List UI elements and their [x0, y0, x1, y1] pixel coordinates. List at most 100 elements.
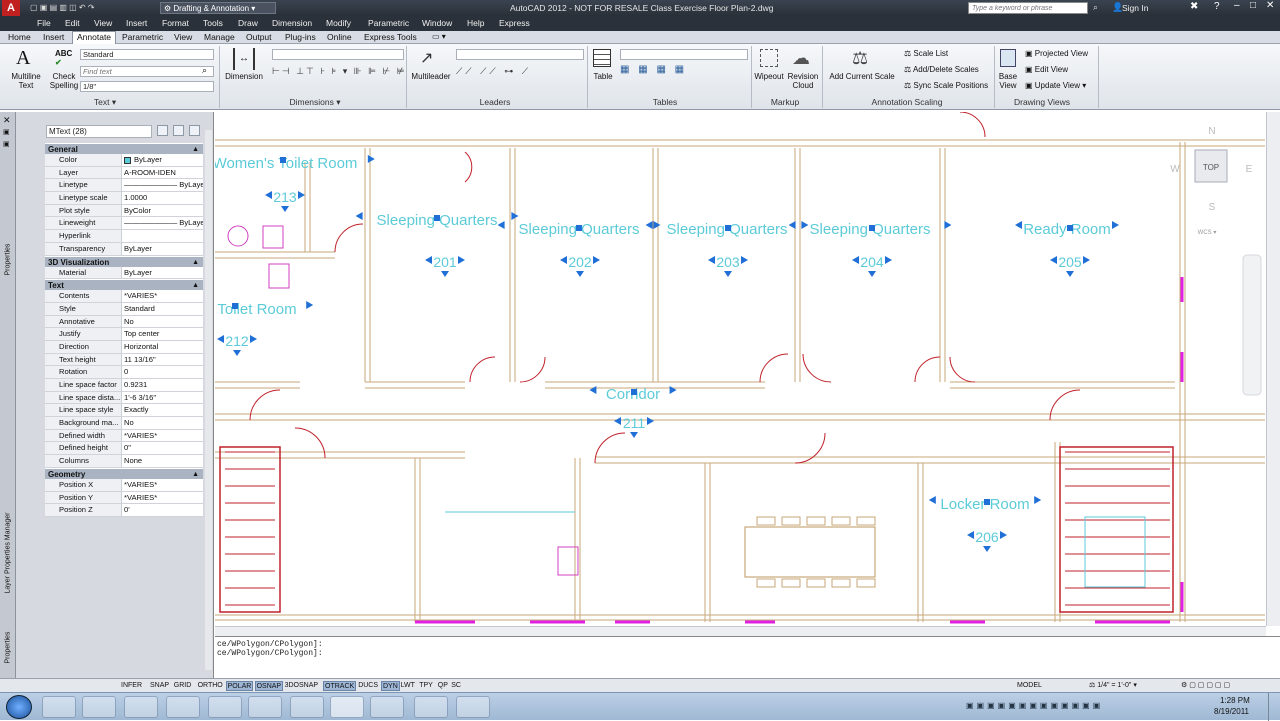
projected-view-button[interactable]: ▣ Projected View [1025, 49, 1088, 58]
property-row[interactable]: Layer A-ROOM-IDEN [45, 166, 203, 180]
internet-explorer-icon[interactable] [124, 696, 158, 718]
update-view-button[interactable]: ▣ Update View ▾ [1025, 81, 1086, 90]
property-row[interactable]: Defined width *VARIES* [45, 429, 203, 443]
room-number-label[interactable]: 201 [433, 254, 457, 270]
tab-plugins[interactable]: Plug-ins [281, 32, 320, 43]
property-section-header[interactable]: Geometry ▲ [45, 467, 203, 480]
dimension-button[interactable]: Dimension [222, 72, 266, 81]
property-value[interactable]: 1.0000 [122, 192, 203, 204]
property-section-header[interactable]: Text ▲ [45, 279, 203, 291]
base-view-button[interactable]: Base View [996, 72, 1020, 90]
room-number-label[interactable]: 211 [623, 415, 646, 431]
layer-manager-side-label[interactable]: Layer Properties Manager [5, 498, 12, 594]
room-name-label[interactable]: Toilet Room [217, 301, 296, 318]
width-arrow-grip[interactable] [708, 256, 715, 264]
height-arrow-grip[interactable] [281, 206, 289, 212]
room-number-label[interactable]: 205 [1058, 254, 1082, 270]
find-text-input[interactable] [80, 66, 214, 77]
properties-bottom-side-label[interactable]: Properties [5, 624, 12, 664]
property-row[interactable]: Line space dista... 1'-6 3/16" [45, 391, 203, 405]
horizontal-scrollbar[interactable] [215, 626, 1266, 636]
room-number-label[interactable]: 213 [273, 189, 297, 205]
add-current-scale-button[interactable]: Add Current Scale [826, 72, 898, 81]
snowflake-app-icon[interactable] [456, 696, 490, 718]
close-window-icon[interactable]: ✖ [1190, 1, 1198, 12]
status-toggle-tpy[interactable]: TPY [418, 681, 434, 691]
command-line[interactable]: ce/WPolygon/CPolygon]: ce/WPolygon/CPoly… [215, 636, 1280, 678]
property-row[interactable]: Background ma... No [45, 417, 203, 430]
vertical-scrollbar[interactable] [1266, 112, 1280, 626]
tab-output[interactable]: Output [242, 32, 276, 43]
model-space-label[interactable]: MODEL [1016, 681, 1043, 691]
multiline-text-button[interactable]: Multiline Text [6, 72, 46, 90]
width-arrow-grip[interactable] [593, 256, 600, 264]
workspace-switcher[interactable]: ⚙ Drafting & Annotation ▾ [160, 2, 276, 14]
menu-window[interactable]: Window [422, 18, 452, 28]
width-arrow-grip[interactable] [265, 191, 272, 199]
tab-annotate[interactable]: Annotate [72, 31, 117, 44]
width-arrow-grip[interactable] [669, 386, 677, 394]
property-value[interactable]: None [122, 455, 203, 467]
menu-express[interactable]: Express [499, 18, 530, 28]
sync-scale-positions-button[interactable]: ⚖ Sync Scale Positions [904, 81, 988, 90]
property-value[interactable]: 0" [122, 442, 203, 454]
text-style-select[interactable]: Standard [80, 49, 214, 60]
dimension-tools-row[interactable]: ⊢⊣ ⊥⊤ ⊦ ⊧ ▾ ⊪ ⊫ ⊬ ⊭ [272, 66, 407, 77]
property-value[interactable]: 0 [122, 366, 203, 378]
workspace-icon[interactable]: ⚙ ▢ ▢ ▢ ▢ ▢ [1180, 681, 1231, 691]
property-value[interactable]: Top center [122, 328, 203, 340]
markup-panel-label[interactable]: Markup [760, 97, 810, 107]
menu-format[interactable]: Format [162, 18, 189, 28]
status-toggle-3dosnap[interactable]: 3DOSNAP [284, 681, 319, 691]
status-toggle-ducs[interactable]: DUCS [357, 681, 379, 691]
property-value[interactable]: Horizontal [122, 341, 203, 353]
notes-icon[interactable] [290, 696, 324, 718]
tab-insert[interactable]: Insert [39, 32, 68, 43]
property-value[interactable]: 1'-6 3/16" [122, 392, 203, 404]
menu-modify[interactable]: Modify [326, 18, 351, 28]
width-arrow-grip[interactable] [741, 256, 748, 264]
property-row[interactable]: Text height 11 13/16" [45, 353, 203, 367]
find-icon[interactable]: ⌕ [202, 65, 207, 76]
drawing-area[interactable]: Women's Toilet Room 213 Toilet Room 212 Slee… [215, 112, 1265, 626]
mtext-grip[interactable] [232, 303, 238, 309]
viewcube-top-label[interactable]: TOP [1203, 163, 1219, 172]
tab-view[interactable]: View [170, 32, 196, 43]
autocad-taskbar-icon[interactable] [330, 696, 364, 718]
menu-edit[interactable]: Edit [65, 18, 80, 28]
edit-view-button[interactable]: ▣ Edit View [1025, 65, 1068, 74]
menu-dimension[interactable]: Dimension [272, 18, 312, 28]
property-value[interactable]: Standard [122, 303, 203, 315]
width-arrow-grip[interactable] [367, 155, 375, 163]
mtext-grip[interactable] [869, 225, 875, 231]
ribbon-toggle-icon[interactable]: ▭ ▾ [428, 32, 450, 43]
base-view-icon[interactable] [1000, 49, 1016, 67]
width-arrow-grip[interactable] [1050, 256, 1057, 264]
width-arrow-grip[interactable] [653, 221, 661, 229]
property-value[interactable]: No [122, 417, 203, 429]
room-number-label[interactable]: 206 [975, 529, 999, 545]
property-value[interactable]: ——————— ByLayer [122, 217, 203, 229]
word-icon[interactable] [248, 696, 282, 718]
drawing-views-panel-label[interactable]: Drawing Views [1000, 97, 1084, 107]
collapse-icon[interactable]: ▲ [192, 144, 199, 155]
search-input[interactable] [968, 2, 1088, 14]
palette-autohide-icon[interactable]: ▣ [3, 128, 10, 136]
mtext-grip[interactable] [631, 389, 637, 395]
wipeout-icon[interactable] [760, 49, 778, 67]
width-arrow-grip[interactable] [355, 212, 363, 220]
collapse-icon[interactable]: ▲ [192, 469, 199, 480]
width-arrow-grip[interactable] [967, 531, 974, 539]
palette-options-icon[interactable]: ▣ [3, 140, 10, 148]
width-arrow-grip[interactable] [801, 221, 809, 229]
room-number-label[interactable]: 202 [568, 254, 592, 270]
mtext-grip[interactable] [280, 157, 286, 163]
width-arrow-grip[interactable] [1083, 256, 1090, 264]
mtext-grip[interactable] [725, 225, 731, 231]
add-scale-icon[interactable]: ⚖ [852, 48, 868, 69]
table-icon[interactable] [593, 49, 611, 67]
table-button[interactable]: Table [588, 72, 618, 81]
scale-list-button[interactable]: ⚖ Scale List [904, 49, 948, 58]
property-row[interactable]: Annotative No [45, 315, 203, 329]
table-style-select[interactable] [620, 49, 748, 60]
